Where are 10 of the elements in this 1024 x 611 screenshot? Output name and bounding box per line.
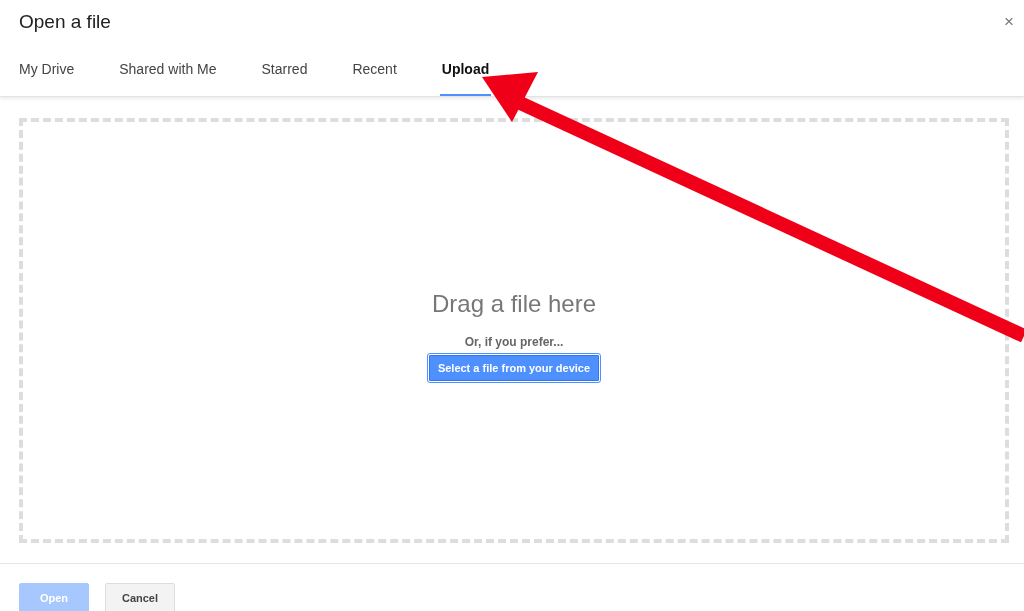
drop-zone[interactable]: Drag a file here Or, if you prefer... Select a file from your device <box>19 118 1009 543</box>
drop-heading: Drag a file here <box>431 290 597 318</box>
tab[interactable]: Shared with Me <box>117 44 219 96</box>
tab[interactable]: My Drive <box>17 44 77 96</box>
dialog-title: Open a file <box>19 11 111 33</box>
tab[interactable]: Starred <box>259 44 310 96</box>
cancel-button[interactable]: Cancel <box>105 583 175 611</box>
close-button[interactable]: × <box>1002 12 1016 32</box>
drop-subheading: Or, if you prefer... <box>464 335 564 349</box>
tab[interactable]: Recent <box>350 44 399 96</box>
